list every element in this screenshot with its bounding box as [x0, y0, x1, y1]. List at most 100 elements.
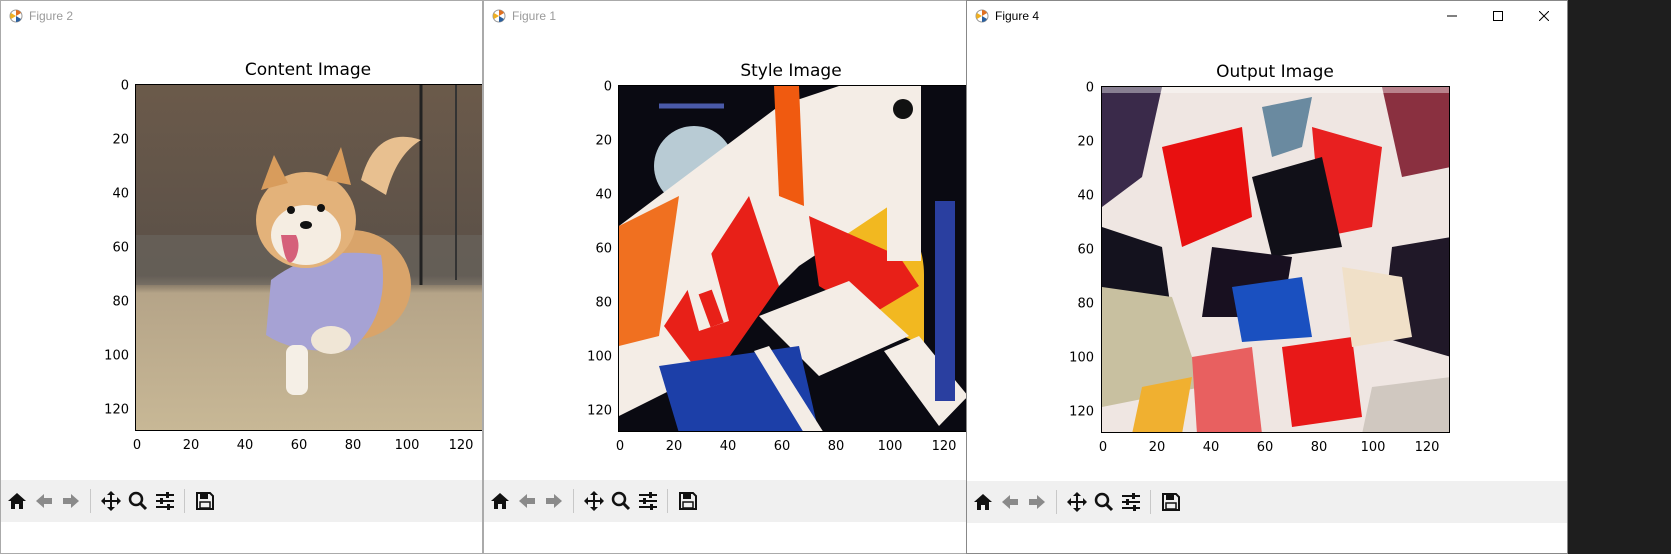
maximize-icon — [1493, 11, 1503, 21]
pan-icon — [584, 491, 604, 511]
maximize-button[interactable] — [1475, 1, 1521, 31]
toolbar-separator — [1056, 490, 1057, 514]
x-tick-label: 100 — [1360, 440, 1386, 455]
y-tick-label: 40 — [595, 187, 612, 203]
save-icon — [1162, 493, 1180, 511]
save-button[interactable] — [1158, 489, 1184, 515]
y-tick-label: 80 — [112, 294, 129, 310]
x-tick-label: 20 — [1148, 440, 1166, 455]
save-icon — [679, 492, 697, 510]
y-tick-label: 0 — [120, 78, 129, 94]
title-bar[interactable]: Figure 4 — [967, 1, 1567, 31]
x-tick-label: 40 — [236, 438, 254, 453]
y-tick-label: 80 — [1077, 296, 1094, 312]
title-bar[interactable]: Figure 1 — [484, 1, 966, 31]
x-tick-label: 120 — [448, 438, 474, 453]
forward-button[interactable] — [541, 488, 567, 514]
y-tick-label: 20 — [595, 133, 612, 149]
x-tick-label: 20 — [182, 438, 200, 453]
back-arrow-icon — [519, 494, 535, 508]
y-tick-label: 80 — [595, 295, 612, 311]
home-icon — [8, 493, 26, 509]
back-button[interactable] — [997, 489, 1023, 515]
toolbar-separator — [667, 489, 668, 513]
zoom-button[interactable] — [1091, 489, 1117, 515]
close-button[interactable] — [1521, 1, 1567, 31]
toolbar-separator — [184, 489, 185, 513]
home-button[interactable] — [970, 489, 996, 515]
configure-subplots-button[interactable] — [152, 488, 178, 514]
y-tick-label: 20 — [112, 132, 129, 148]
home-icon — [974, 494, 992, 510]
save-button[interactable] — [675, 488, 701, 514]
configure-subplots-button[interactable] — [1118, 489, 1144, 515]
toolbar-separator — [1150, 490, 1151, 514]
x-tick-label: 80 — [1310, 440, 1328, 455]
zoom-button[interactable] — [125, 488, 151, 514]
style-image-abstract — [619, 86, 966, 431]
content-image-corgi — [136, 85, 482, 430]
x-tick-label: 0 — [132, 438, 142, 453]
zoom-icon — [611, 491, 631, 511]
figure-1-window[interactable]: Figure 1 Style Image 0 20 40 60 80 100 1… — [483, 0, 967, 554]
figure-2-window[interactable]: Figure 2 Content Image 0 20 40 60 80 100… — [0, 0, 483, 554]
pan-button[interactable] — [1064, 489, 1090, 515]
home-button[interactable] — [4, 488, 30, 514]
y-tick-label: 100 — [104, 348, 129, 364]
toolbar-separator — [90, 489, 91, 513]
image-axes[interactable] — [135, 84, 482, 431]
x-tick-label: 40 — [719, 439, 737, 454]
configure-subplots-button[interactable] — [635, 488, 661, 514]
y-tick-label: 120 — [104, 402, 129, 418]
desktop-background — [1568, 0, 1671, 554]
y-tick-label: 100 — [587, 349, 612, 365]
back-button[interactable] — [31, 488, 57, 514]
image-axes[interactable] — [618, 85, 966, 432]
configure-subplots-icon — [1122, 493, 1140, 511]
window-title: Figure 1 — [512, 9, 557, 23]
y-tick-label: 120 — [1069, 404, 1094, 420]
pan-button[interactable] — [581, 488, 607, 514]
figure-title: Output Image — [1216, 62, 1334, 82]
matplotlib-icon — [975, 9, 989, 23]
configure-subplots-icon — [639, 492, 657, 510]
zoom-icon — [1094, 492, 1114, 512]
x-tick-label: 60 — [290, 438, 308, 453]
image-axes[interactable] — [1101, 86, 1450, 433]
home-icon — [491, 493, 509, 509]
zoom-icon — [128, 491, 148, 511]
back-arrow-icon — [1002, 495, 1018, 509]
pan-button[interactable] — [98, 488, 124, 514]
zoom-button[interactable] — [608, 488, 634, 514]
minimize-button[interactable] — [1429, 1, 1475, 31]
forward-button[interactable] — [58, 488, 84, 514]
navigation-toolbar — [484, 480, 966, 522]
x-tick-label: 40 — [1202, 440, 1220, 455]
home-button[interactable] — [487, 488, 513, 514]
title-bar[interactable]: Figure 2 — [1, 1, 482, 31]
figure-4-window[interactable]: Figure 4 Output Image 0 20 40 60 80 100 … — [966, 0, 1568, 554]
x-tick-label: 20 — [665, 439, 683, 454]
minimize-icon — [1447, 15, 1457, 17]
save-icon — [196, 492, 214, 510]
x-tick-label: 60 — [773, 439, 791, 454]
y-tick-label: 60 — [112, 240, 129, 256]
y-tick-label: 60 — [1077, 242, 1094, 258]
y-tick-label: 100 — [1069, 350, 1094, 366]
y-tick-label: 0 — [1085, 80, 1094, 96]
configure-subplots-icon — [156, 492, 174, 510]
navigation-toolbar — [967, 481, 1567, 523]
back-button[interactable] — [514, 488, 540, 514]
x-tick-label: 100 — [394, 438, 420, 453]
forward-arrow-icon — [63, 494, 79, 508]
matplotlib-icon — [9, 9, 23, 23]
forward-button[interactable] — [1024, 489, 1050, 515]
window-title: Figure 2 — [29, 9, 74, 23]
back-arrow-icon — [36, 494, 52, 508]
window-controls — [1429, 1, 1567, 31]
x-tick-label: 0 — [615, 439, 625, 454]
forward-arrow-icon — [1029, 495, 1045, 509]
x-tick-label: 120 — [931, 439, 957, 454]
x-tick-label: 60 — [1256, 440, 1274, 455]
save-button[interactable] — [192, 488, 218, 514]
